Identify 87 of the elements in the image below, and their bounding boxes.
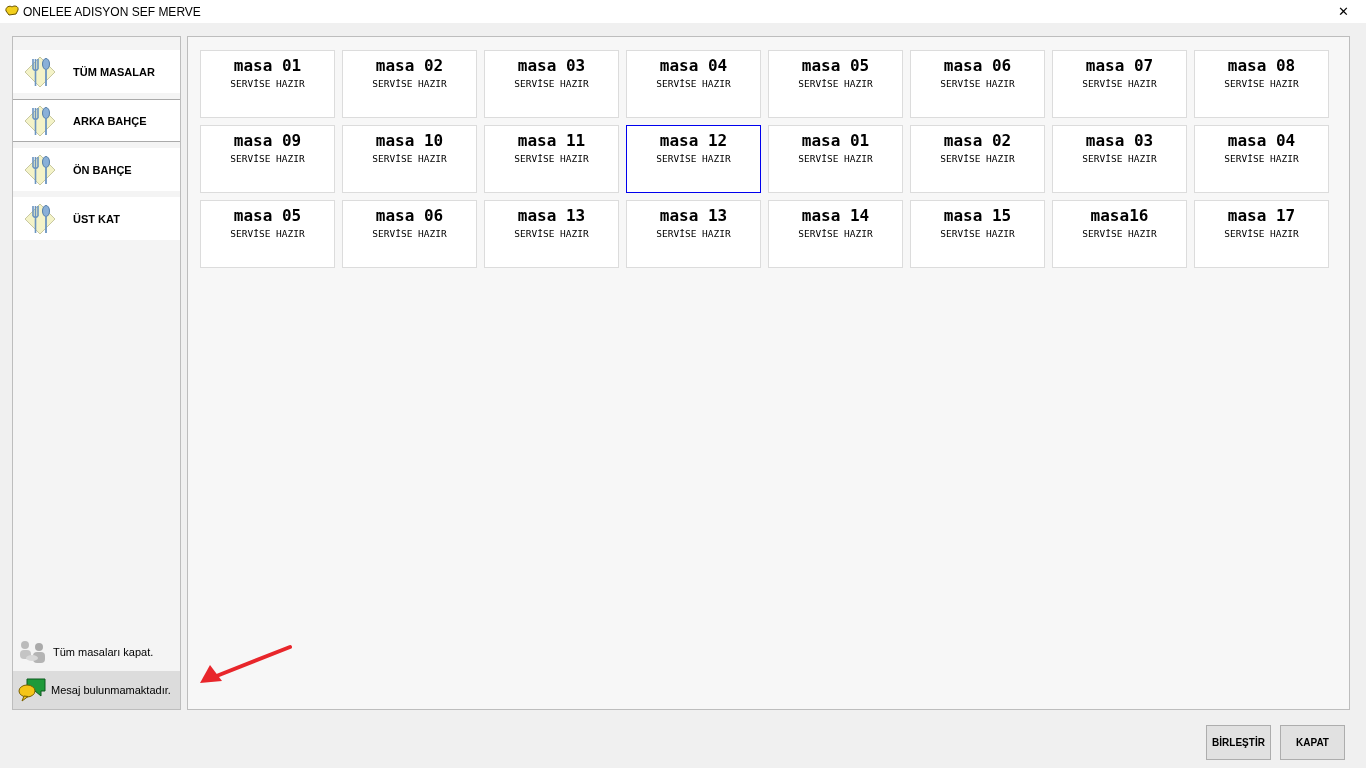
cutlery-icon xyxy=(23,152,57,187)
table-tile[interactable]: masa 03 SERVİSE HAZIR xyxy=(484,50,619,118)
table-name: masa 06 xyxy=(943,56,1012,75)
message-text: Mesaj bulunmamaktadır. xyxy=(51,684,171,696)
table-name: masa 05 xyxy=(801,56,870,75)
table-status: SERVİSE HAZIR xyxy=(656,78,731,89)
table-status: SERVİSE HAZIR xyxy=(1224,228,1299,239)
table-name: masa 05 xyxy=(233,206,302,225)
sidebar-item[interactable]: ÜST KAT xyxy=(13,197,180,240)
cutlery-icon xyxy=(23,103,57,138)
table-name: masa 13 xyxy=(659,206,728,225)
table-tile[interactable]: masa 03 SERVİSE HAZIR xyxy=(1052,125,1187,193)
table-status: SERVİSE HAZIR xyxy=(1224,78,1299,89)
table-name: masa 12 xyxy=(659,131,728,150)
table-status: SERVİSE HAZIR xyxy=(940,228,1015,239)
sidebar-item[interactable]: TÜM MASALAR xyxy=(13,50,180,93)
table-tile[interactable]: masa 06 SERVİSE HAZIR xyxy=(910,50,1045,118)
table-status: SERVİSE HAZIR xyxy=(372,228,447,239)
table-name: masa16 xyxy=(1090,206,1149,225)
table-name: masa 04 xyxy=(659,56,728,75)
table-name: masa 04 xyxy=(1227,131,1296,150)
table-status: SERVİSE HAZIR xyxy=(798,228,873,239)
table-status: SERVİSE HAZIR xyxy=(656,228,731,239)
table-tile[interactable]: masa 14 SERVİSE HAZIR xyxy=(768,200,903,268)
table-tile[interactable]: masa 05 SERVİSE HAZIR xyxy=(768,50,903,118)
table-tile[interactable]: masa 15 SERVİSE HAZIR xyxy=(910,200,1045,268)
table-tile[interactable]: masa16 SERVİSE HAZIR xyxy=(1052,200,1187,268)
sidebar-item[interactable]: ARKA BAHÇE xyxy=(13,99,180,142)
table-status: SERVİSE HAZIR xyxy=(656,153,731,164)
table-status: SERVİSE HAZIR xyxy=(798,78,873,89)
table-status: SERVİSE HAZIR xyxy=(1082,228,1157,239)
table-name: masa 03 xyxy=(517,56,586,75)
table-name: masa 15 xyxy=(943,206,1012,225)
table-tile[interactable]: masa 13 SERVİSE HAZIR xyxy=(484,200,619,268)
table-tile[interactable]: masa 04 SERVİSE HAZIR xyxy=(626,50,761,118)
close-all-tables-link[interactable]: Tüm masaları kapat. xyxy=(53,646,154,658)
table-tile[interactable]: masa 01 SERVİSE HAZIR xyxy=(768,125,903,193)
table-status: SERVİSE HAZIR xyxy=(372,78,447,89)
table-status: SERVİSE HAZIR xyxy=(798,153,873,164)
table-status: SERVİSE HAZIR xyxy=(514,228,589,239)
table-tile[interactable]: masa 02 SERVİSE HAZIR xyxy=(910,125,1045,193)
table-status: SERVİSE HAZIR xyxy=(230,228,305,239)
table-name: masa 07 xyxy=(1085,56,1154,75)
table-status: SERVİSE HAZIR xyxy=(940,78,1015,89)
table-name: masa 11 xyxy=(517,131,586,150)
table-tile[interactable]: masa 13 SERVİSE HAZIR xyxy=(626,200,761,268)
window-title: ONELEE ADISYON SEF MERVE xyxy=(23,4,202,19)
cutlery-icon xyxy=(23,54,57,89)
table-name: masa 02 xyxy=(375,56,444,75)
table-tile[interactable]: masa 07 SERVİSE HAZIR xyxy=(1052,50,1187,118)
table-status: SERVİSE HAZIR xyxy=(514,78,589,89)
table-name: masa 09 xyxy=(233,131,302,150)
table-name: masa 17 xyxy=(1227,206,1296,225)
table-tile[interactable]: masa 02 SERVİSE HAZIR xyxy=(342,50,477,118)
table-name: masa 03 xyxy=(1085,131,1154,150)
speech-bubbles-icon xyxy=(17,677,47,703)
table-name: masa 10 xyxy=(375,131,444,150)
table-name: masa 01 xyxy=(233,56,302,75)
table-tile[interactable]: masa 06 SERVİSE HAZIR xyxy=(342,200,477,268)
table-tile[interactable]: masa 12 SERVİSE HAZIR xyxy=(626,125,761,193)
table-name: masa 14 xyxy=(801,206,870,225)
table-tile[interactable]: masa 05 SERVİSE HAZIR xyxy=(200,200,335,268)
table-name: masa 13 xyxy=(517,206,586,225)
table-name: masa 02 xyxy=(943,131,1012,150)
table-tile[interactable]: masa 10 SERVİSE HAZIR xyxy=(342,125,477,193)
table-status: SERVİSE HAZIR xyxy=(1082,153,1157,164)
sidebar-item[interactable]: ÖN BAHÇE xyxy=(13,148,180,191)
table-status: SERVİSE HAZIR xyxy=(372,153,447,164)
table-status: SERVİSE HAZIR xyxy=(940,153,1015,164)
table-tile[interactable]: masa 17 SERVİSE HAZIR xyxy=(1194,200,1329,268)
table-tile[interactable]: masa 08 SERVİSE HAZIR xyxy=(1194,50,1329,118)
footer-button[interactable]: KAPAT xyxy=(1280,725,1345,760)
cutlery-icon xyxy=(23,201,57,236)
table-tile[interactable]: masa 01 SERVİSE HAZIR xyxy=(200,50,335,118)
table-name: masa 08 xyxy=(1227,56,1296,75)
table-name: masa 06 xyxy=(375,206,444,225)
table-status: SERVİSE HAZIR xyxy=(1082,78,1157,89)
table-status: SERVİSE HAZIR xyxy=(514,153,589,164)
table-status: SERVİSE HAZIR xyxy=(230,78,305,89)
table-status: SERVİSE HAZIR xyxy=(230,153,305,164)
footer-button[interactable]: BİRLEŞTİR xyxy=(1206,725,1271,760)
table-tile[interactable]: masa 04 SERVİSE HAZIR xyxy=(1194,125,1329,193)
table-name: masa 01 xyxy=(801,131,870,150)
table-tile[interactable]: masa 11 SERVİSE HAZIR xyxy=(484,125,619,193)
close-button[interactable]: ✕ xyxy=(1320,0,1366,23)
table-tile[interactable]: masa 09 SERVİSE HAZIR xyxy=(200,125,335,193)
table-status: SERVİSE HAZIR xyxy=(1224,153,1299,164)
